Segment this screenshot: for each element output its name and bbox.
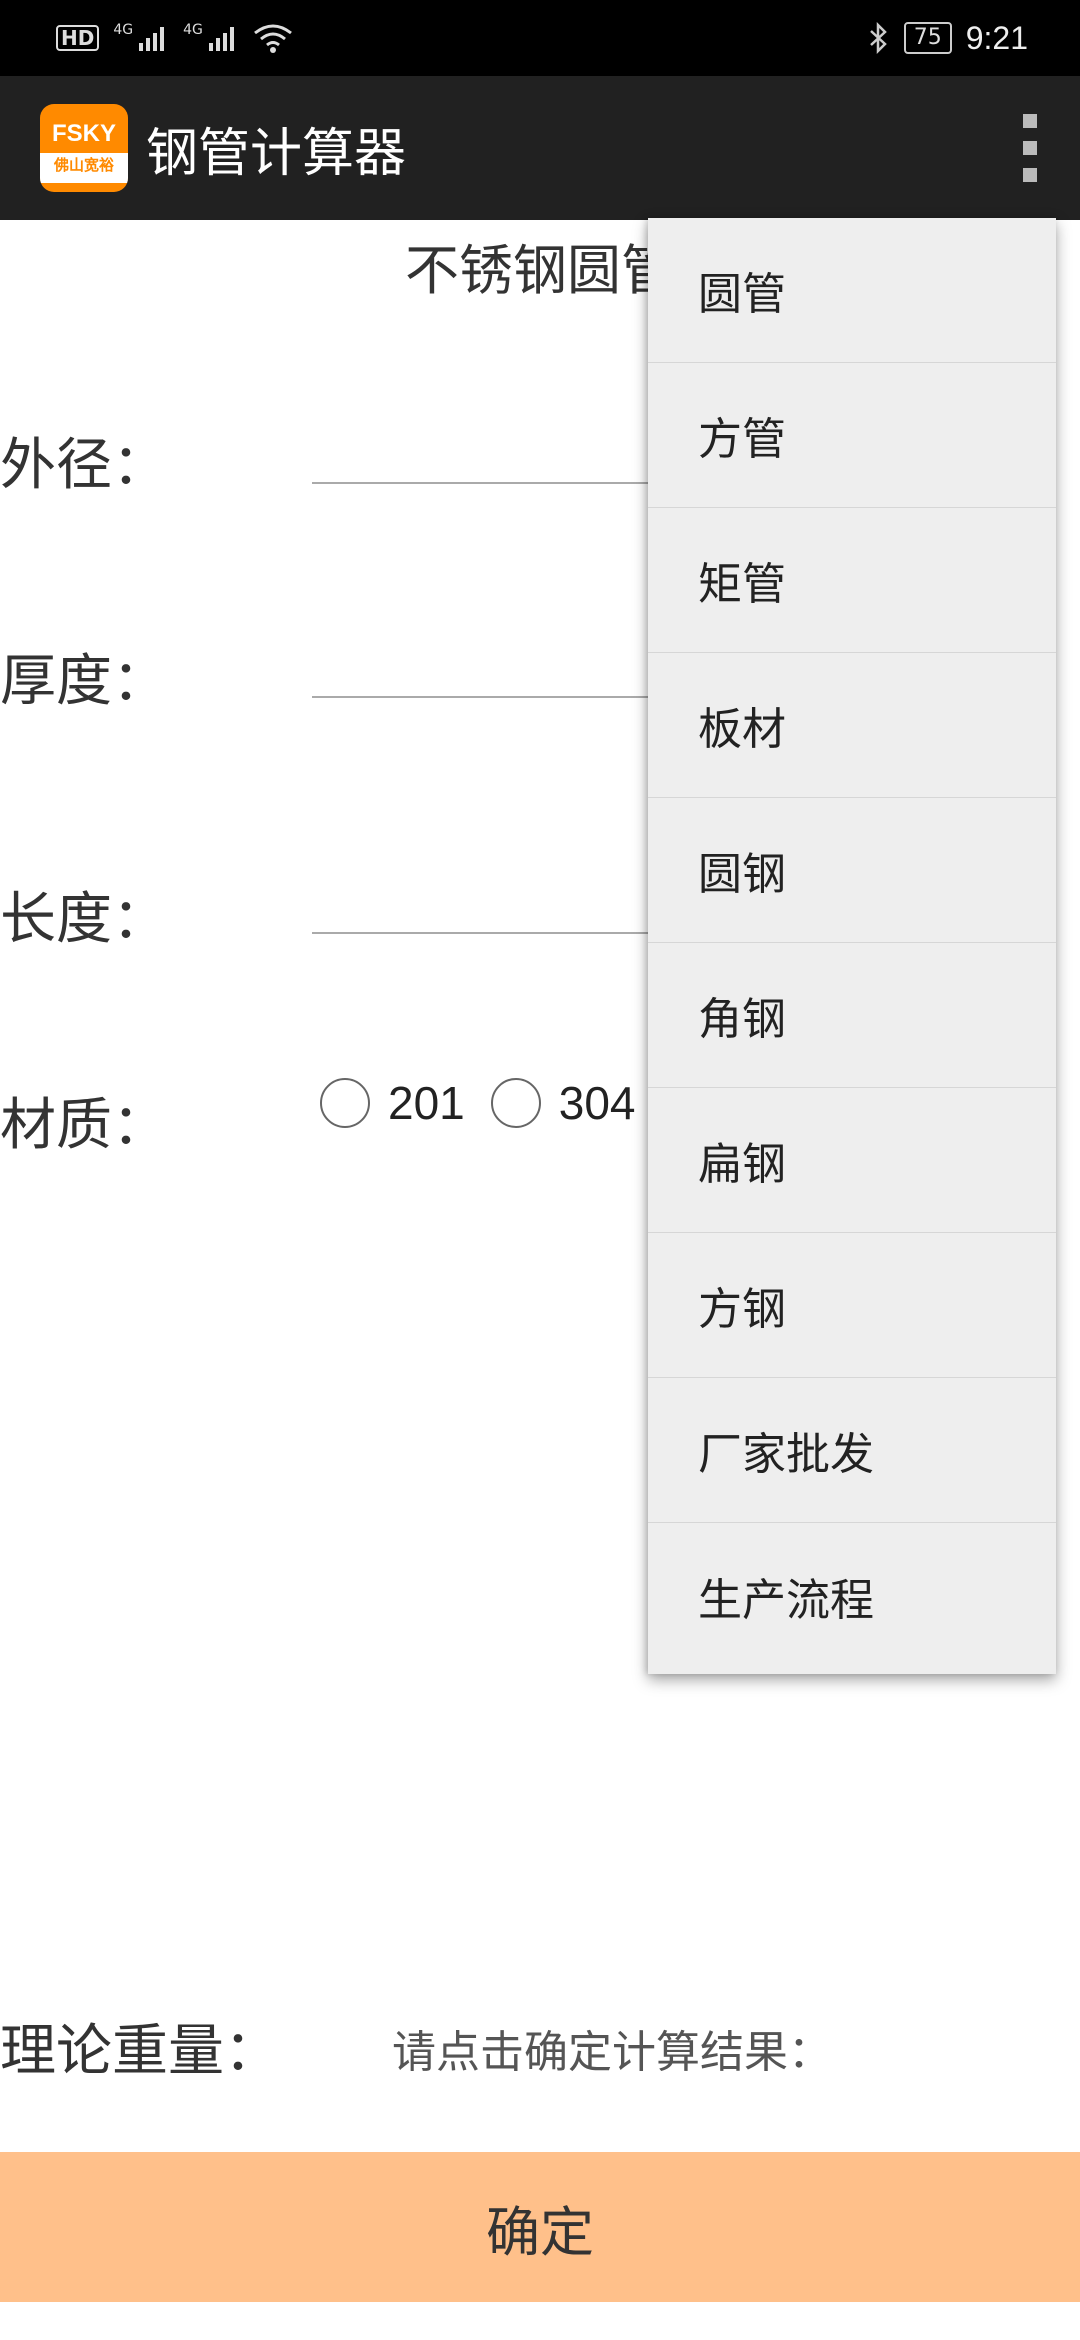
clock: 9:21 [965,19,1028,56]
theoretical-weight-label: 理论重量： [0,2019,280,2084]
bluetooth-icon [869,22,887,54]
hd-badge: HD [56,25,100,51]
network-type-2: 4G [183,22,203,38]
thickness-input[interactable] [312,634,656,698]
logo-text: FSKY [51,120,116,147]
signal-icon [139,27,165,51]
radio-button-201[interactable] [320,1078,370,1128]
menu-item-production-process[interactable]: 生产流程 [648,1523,1056,1668]
result-text: 请点击确定计算结果： [392,2027,832,2078]
status-left: HD 4G 4G [56,22,293,53]
confirm-button[interactable]: 确定 [0,2152,1080,2302]
material-option-label: 304 [558,1077,636,1129]
menu-item-rect-tube[interactable]: 矩管 [648,508,1056,653]
overflow-menu: 圆管 方管 矩管 板材 圆钢 角钢 扁钢 方钢 厂家批发 生产流程 [648,218,1056,1674]
status-bar: HD 4G 4G 75 9:21 [0,0,1080,76]
outer-diameter-input[interactable] [312,420,656,484]
network-type-1: 4G [113,22,134,38]
app-bar: FSKY 佛山宽裕 钢管计算器 [0,76,1080,220]
length-input[interactable] [312,870,656,934]
material-option-201[interactable]: 201 [320,1076,465,1130]
status-right: 75 9:21 [868,20,1028,57]
menu-item-round-bar[interactable]: 圆钢 [648,798,1056,943]
menu-item-square-tube[interactable]: 方管 [648,363,1056,508]
length-label: 长度： [0,887,168,952]
radio-button-304[interactable] [490,1078,541,1128]
thickness-label: 厚度： [0,649,168,714]
menu-item-square-bar[interactable]: 方钢 [648,1233,1056,1378]
menu-item-round-tube[interactable]: 圆管 [648,218,1056,363]
material-label: 材质： [0,1093,168,1158]
logo-subtext: 佛山宽裕 [40,153,128,183]
menu-item-angle-steel[interactable]: 角钢 [648,943,1056,1088]
more-vert-icon[interactable] [1020,114,1040,182]
menu-item-plate[interactable]: 板材 [648,653,1056,798]
battery-indicator: 75 [903,22,952,54]
app-title: 钢管计算器 [146,123,407,184]
wifi-icon [253,24,292,53]
material-option-label: 201 [388,1077,465,1129]
outer-diameter-label: 外径： [0,433,168,498]
menu-item-wholesale[interactable]: 厂家批发 [648,1378,1056,1523]
signal-icon-2 [208,27,234,51]
material-radio-group: 201 304 [320,1076,662,1130]
menu-item-flat-steel[interactable]: 扁钢 [648,1088,1056,1233]
material-option-304[interactable]: 304 [490,1076,636,1130]
app-logo: FSKY 佛山宽裕 [40,104,128,192]
